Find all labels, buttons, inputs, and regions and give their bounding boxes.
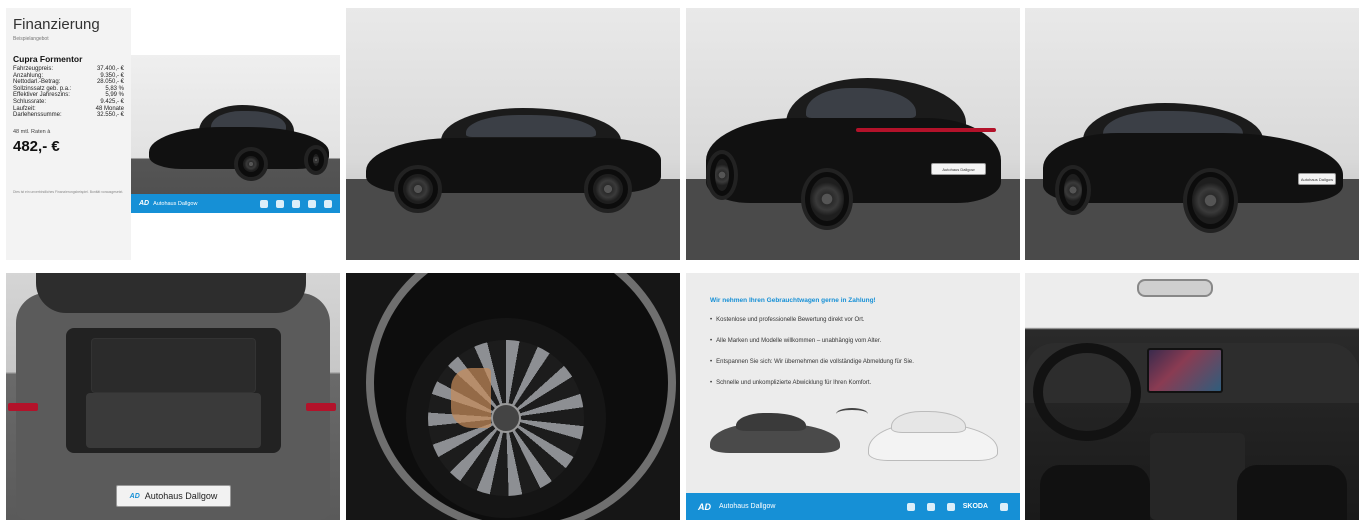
- finance-banner-brand: Autohaus Dallgow: [153, 200, 198, 207]
- finance-row: Anzahlung: 9.350,- €: [13, 73, 124, 80]
- finance-row: Fahrzeugpreis: 37.400,- €: [13, 66, 124, 73]
- finance-row-label: Darlehenssumme:: [13, 112, 62, 119]
- arrow-icon: [836, 408, 868, 420]
- finance-subtitle: Beispielangebot: [13, 36, 49, 42]
- finance-rate-value: 482,- €: [13, 137, 60, 155]
- gallery-photo-interior[interactable]: [1025, 273, 1359, 520]
- list-item: • Kostenlose und professionelle Bewertung…: [710, 317, 865, 323]
- brand-seat-icon: [926, 502, 935, 511]
- list-item: • Schnelle und unkomplizierte Abwicklung …: [710, 380, 872, 386]
- finance-row-label: Anzahlung:: [13, 72, 44, 79]
- gallery-photo-side[interactable]: [346, 8, 680, 260]
- finance-model: Cupra Formentor: [13, 54, 83, 64]
- finance-row-value: 32.550,- €: [96, 112, 124, 119]
- finance-row: Sollzinssatz geb. p.a.: 5,83 %: [13, 86, 124, 93]
- finance-row-label: Nettodarl.-Betrag:: [13, 79, 61, 86]
- finance-row: Schlussrate: 9.425,- €: [13, 99, 124, 106]
- tradein-title: Wir nehmen Ihren Gebrauchtwagen gerne in…: [710, 297, 876, 304]
- finance-row: Nettodarl.-Betrag: 28.050,- €: [13, 79, 124, 86]
- wheel-hub: [491, 403, 521, 433]
- brand-vw-service-icon: [324, 199, 332, 208]
- license-plate: Autohaus Dallgow: [1298, 173, 1336, 185]
- brand-cupra-icon: [292, 199, 300, 208]
- finance-row-value: 9.350,- €: [100, 72, 124, 79]
- brand-cupra-icon: [946, 502, 955, 511]
- finance-title: Finanzierung: [13, 16, 100, 33]
- finance-rows: Fahrzeugpreis: 37.400,- € Anzahlung: 9.350…: [13, 66, 124, 119]
- center-console: [1150, 433, 1245, 520]
- finance-panel: Finanzierung Beispielangebot Cupra Forme…: [6, 8, 131, 260]
- dealer-logo-icon: AD: [139, 200, 150, 207]
- finance-car-photo: [131, 55, 340, 213]
- finance-row-label: Effektiver Jahreszins:: [13, 92, 70, 99]
- finance-row-value: 5,83 %: [105, 85, 124, 92]
- tradein-list: • Kostenlose und professionelle Bewertung…: [710, 317, 914, 401]
- infotainment-screen: [1147, 348, 1223, 393]
- list-item: • Entspannen Sie sich: Wir übernehmen die…: [710, 359, 914, 365]
- license-plate: AD Autohaus Dallgow: [116, 485, 231, 507]
- finance-row-value: 28.050,- €: [96, 79, 124, 86]
- brand-skoda-label: SKODA: [962, 503, 988, 510]
- driver-seat: [1040, 465, 1150, 520]
- rear-seat-backs: [91, 338, 256, 393]
- gallery-photo-front[interactable]: Autohaus Dallgow: [1025, 8, 1359, 260]
- car-front-three-quarter: [149, 105, 329, 185]
- tradein-dealer-bar: AD Autohaus Dallgow SKODA: [686, 493, 1020, 520]
- gallery-photo-finance[interactable]: Finanzierung Beispielangebot Cupra Forme…: [6, 8, 340, 260]
- brand-vw-icon: [260, 199, 268, 208]
- finance-row-value: 9.425,- €: [100, 98, 124, 105]
- gallery-photo-rear[interactable]: Autohaus Dallgow: [686, 8, 1020, 260]
- car-side-profile: [366, 103, 661, 213]
- finance-row: Darlehenssumme: 32.550,- €: [13, 112, 124, 119]
- finance-row: Effektiver Jahreszins: 5,99 %: [13, 92, 124, 99]
- tradein-bar-brand: Autohaus Dallgow: [719, 503, 776, 510]
- finance-row-label: Sollzinssatz geb. p.a.:: [13, 85, 72, 92]
- brand-vw-service-icon: [1000, 502, 1008, 511]
- finance-row-label: Laufzeit:: [13, 105, 36, 112]
- plate-text: Autohaus Dallgow: [144, 491, 218, 501]
- steering-wheel: [1033, 343, 1141, 441]
- finance-footnote: Dies ist ein unverbindliches Finanzierun…: [13, 189, 124, 194]
- car-front-view: Autohaus Dallgow: [1043, 103, 1343, 238]
- car-rear-three-quarter: Autohaus Dallgow: [706, 78, 1001, 238]
- trunk-lid: [36, 273, 306, 313]
- finance-dealer-banner: AD Autohaus Dallgow: [131, 194, 340, 213]
- gallery-photo-tradein-ad[interactable]: Wir nehmen Ihren Gebrauchtwagen gerne in…: [686, 273, 1020, 520]
- finance-row-value: 5,99 %: [105, 92, 124, 99]
- rearview-mirror: [1137, 279, 1213, 297]
- license-plate: Autohaus Dallgow: [931, 163, 986, 175]
- finance-row-label: Fahrzeugpreis:: [13, 66, 54, 72]
- finance-row: Laufzeit: 48 Monate: [13, 106, 124, 113]
- brand-vw-icon: [906, 502, 915, 511]
- gallery-photo-trunk[interactable]: AD Autohaus Dallgow: [6, 273, 340, 520]
- finance-rate-label: 48 mtl. Raten à: [13, 128, 51, 135]
- trunk-floor: [86, 393, 261, 448]
- brake-caliper: [451, 368, 491, 428]
- gallery-photo-wheel[interactable]: [346, 273, 680, 520]
- dealer-logo-icon: AD: [698, 501, 711, 512]
- passenger-seat: [1237, 465, 1347, 520]
- finance-row-label: Schlussrate:: [13, 98, 47, 105]
- brand-seat-icon: [276, 199, 284, 208]
- brand-skoda-icon: [308, 199, 316, 208]
- finance-row-value: 48 Monate: [95, 105, 124, 112]
- photo-gallery: Finanzierung Beispielangebot Cupra Forme…: [0, 0, 1365, 520]
- list-item: • Alle Marken und Modelle willkommen – un…: [710, 338, 882, 344]
- dealer-logo-icon: AD: [129, 492, 140, 500]
- finance-row-value: 37.400,- €: [96, 66, 124, 72]
